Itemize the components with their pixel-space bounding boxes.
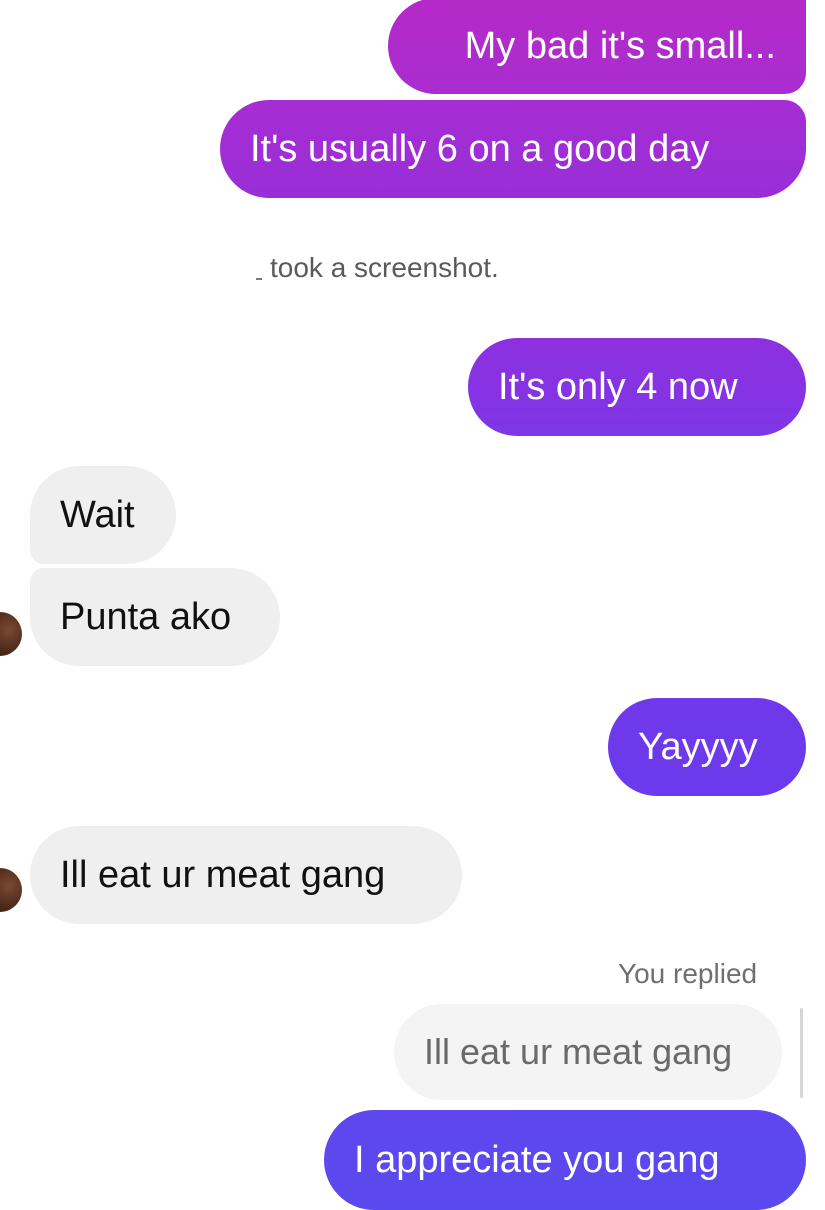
message-text: Ill eat ur meat gang — [60, 853, 386, 896]
message-text: Wait — [60, 493, 135, 536]
message-text: I appreciate you gang — [354, 1138, 720, 1181]
reply-label: You replied — [618, 958, 758, 989]
reply-quote-text: Ill eat ur meat gang — [424, 1031, 733, 1072]
outgoing-message[interactable]: It's only 4 now — [468, 338, 806, 436]
screenshot-notice: took a screenshot. — [256, 252, 499, 284]
screenshot-notice-text: took a screenshot. — [270, 252, 499, 283]
incoming-message[interactable]: Ill eat ur meat gang — [30, 826, 462, 924]
outgoing-message[interactable]: My bad it's small... — [388, 0, 806, 94]
contact-avatar[interactable] — [0, 612, 22, 656]
reply-indicator-bar — [800, 1008, 803, 1098]
screenshot-dot-icon — [256, 278, 262, 280]
message-text: Yayyyy — [638, 725, 758, 768]
message-text: My bad it's small... — [464, 24, 776, 67]
reply-quote[interactable]: Ill eat ur meat gang — [394, 1004, 782, 1100]
outgoing-message[interactable]: Yayyyy — [608, 698, 806, 796]
message-text: It's usually 6 on a good day — [250, 127, 710, 170]
incoming-message[interactable]: Punta ako — [30, 568, 280, 666]
message-text: Punta ako — [60, 595, 232, 638]
outgoing-message[interactable]: I appreciate you gang — [324, 1110, 806, 1210]
outgoing-message[interactable]: It's usually 6 on a good day — [220, 100, 806, 198]
incoming-message[interactable]: Wait — [30, 466, 176, 564]
contact-avatar[interactable] — [0, 868, 22, 912]
message-text: It's only 4 now — [498, 365, 738, 408]
